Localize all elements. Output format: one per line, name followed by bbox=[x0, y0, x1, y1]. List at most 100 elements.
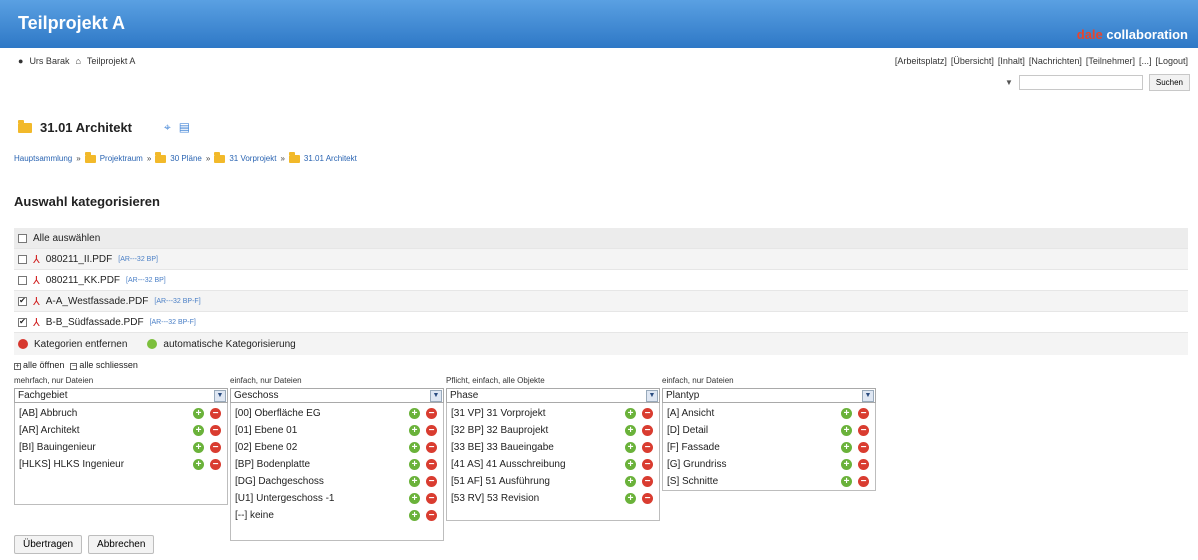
file-row[interactable]: ⅄ 080211_II.PDF [AR---32 BP] bbox=[14, 249, 1188, 270]
category-item[interactable]: [--] keine + − bbox=[231, 507, 443, 524]
remove-icon[interactable]: − bbox=[858, 476, 869, 487]
cancel-button[interactable]: Abbrechen bbox=[88, 535, 155, 554]
remove-icon[interactable]: − bbox=[426, 408, 437, 419]
remove-icon[interactable] bbox=[18, 339, 28, 349]
category-item[interactable]: [AR] Architekt + − bbox=[15, 422, 227, 439]
add-icon[interactable]: + bbox=[625, 493, 636, 504]
category-item[interactable]: [51 AF] 51 Ausführung + − bbox=[447, 473, 659, 490]
close-all-link[interactable]: − alle schliessen bbox=[70, 360, 138, 370]
remove-icon[interactable]: − bbox=[210, 442, 221, 453]
document-icon[interactable]: ▤ bbox=[179, 120, 190, 135]
remove-icon[interactable]: − bbox=[210, 425, 221, 436]
add-icon[interactable]: + bbox=[625, 476, 636, 487]
category-item[interactable]: [S] Schnitte + − bbox=[663, 473, 875, 490]
file-checkbox-checked[interactable]: ✔ bbox=[18, 296, 27, 306]
search-input[interactable] bbox=[1018, 75, 1143, 90]
category-item[interactable]: [F] Fassade + − bbox=[663, 439, 875, 456]
add-icon[interactable]: + bbox=[409, 408, 420, 419]
add-icon[interactable]: + bbox=[841, 459, 852, 470]
category-item[interactable]: [31 VP] 31 Vorprojekt + − bbox=[447, 405, 659, 422]
add-icon[interactable]: + bbox=[409, 442, 420, 453]
remove-icon[interactable]: − bbox=[210, 408, 221, 419]
file-row[interactable]: ✔ ⅄ B-B_Südfassade.PDF [AR---32 BP-F] bbox=[14, 312, 1188, 333]
crumb-hauptsammlung[interactable]: Hauptsammlung bbox=[14, 154, 72, 163]
remove-categories-link[interactable]: Kategorien entfernen bbox=[34, 339, 127, 350]
crumb-vorprojekt[interactable]: 31 Vorprojekt bbox=[229, 154, 276, 163]
remove-icon[interactable]: − bbox=[642, 476, 653, 487]
file-row[interactable]: ⅄ 080211_KK.PDF [AR---32 BP] bbox=[14, 270, 1188, 291]
add-icon[interactable]: + bbox=[841, 425, 852, 436]
crumb-plaene[interactable]: 30 Pläne bbox=[170, 154, 202, 163]
category-item[interactable]: [G] Grundriss + − bbox=[663, 456, 875, 473]
add-icon[interactable]: + bbox=[409, 493, 420, 504]
category-item[interactable]: [41 AS] 41 Ausschreibung + − bbox=[447, 456, 659, 473]
remove-icon[interactable]: − bbox=[642, 408, 653, 419]
file-name[interactable]: 080211_KK.PDF bbox=[46, 275, 120, 286]
category-select[interactable]: Geschoss ▼ bbox=[230, 388, 444, 403]
add-icon[interactable]: + bbox=[193, 459, 204, 470]
nav-nachrichten[interactable]: [Nachrichten] bbox=[1029, 56, 1082, 66]
dropdown-arrow-icon[interactable]: ▼ bbox=[646, 389, 658, 402]
remove-icon[interactable]: − bbox=[858, 459, 869, 470]
category-item[interactable]: [01] Ebene 01 + − bbox=[231, 422, 443, 439]
category-item[interactable]: [U1] Untergeschoss -1 + − bbox=[231, 490, 443, 507]
file-row[interactable]: ✔ ⅄ A-A_Westfassade.PDF [AR---32 BP-F] bbox=[14, 291, 1188, 312]
file-name[interactable]: A-A_Westfassade.PDF bbox=[46, 296, 149, 307]
search-scope-dropdown-icon[interactable]: ▼ bbox=[1005, 78, 1013, 87]
add-icon[interactable]: + bbox=[625, 459, 636, 470]
category-item[interactable]: [D] Detail + − bbox=[663, 422, 875, 439]
add-icon[interactable]: + bbox=[625, 442, 636, 453]
category-item[interactable]: [BI] Bauingenieur + − bbox=[15, 439, 227, 456]
category-item[interactable]: [53 RV] 53 Revision + − bbox=[447, 490, 659, 507]
crumb-architekt[interactable]: 31.01 Architekt bbox=[304, 154, 357, 163]
crumb-projektraum[interactable]: Projektraum bbox=[100, 154, 143, 163]
select-all-checkbox[interactable] bbox=[18, 233, 27, 243]
open-all-link[interactable]: + alle öffnen bbox=[14, 360, 64, 370]
nav-logout[interactable]: [Logout] bbox=[1155, 56, 1188, 66]
dropdown-arrow-icon[interactable]: ▼ bbox=[430, 389, 442, 402]
search-button[interactable]: Suchen bbox=[1148, 74, 1190, 91]
nav-arbeitsplatz[interactable]: [Arbeitsplatz] bbox=[895, 56, 947, 66]
category-item[interactable]: [A] Ansicht + − bbox=[663, 405, 875, 422]
add-icon[interactable]: + bbox=[409, 476, 420, 487]
add-icon[interactable]: + bbox=[409, 459, 420, 470]
remove-icon[interactable]: − bbox=[426, 476, 437, 487]
auto-categorize-icon[interactable] bbox=[147, 339, 158, 349]
remove-icon[interactable]: − bbox=[426, 425, 437, 436]
remove-icon[interactable]: − bbox=[642, 425, 653, 436]
add-icon[interactable]: + bbox=[625, 408, 636, 419]
remove-icon[interactable]: − bbox=[642, 442, 653, 453]
category-item[interactable]: [00] Oberfläche EG + − bbox=[231, 405, 443, 422]
add-icon[interactable]: + bbox=[625, 425, 636, 436]
dropdown-arrow-icon[interactable]: ▼ bbox=[862, 389, 874, 402]
user-name[interactable]: Urs Barak bbox=[29, 56, 69, 66]
nav-teilnehmer[interactable]: [Teilnehmer] bbox=[1086, 56, 1135, 66]
remove-icon[interactable]: − bbox=[426, 442, 437, 453]
remove-icon[interactable]: − bbox=[426, 510, 437, 521]
remove-icon[interactable]: − bbox=[858, 442, 869, 453]
dropdown-arrow-icon[interactable]: ▼ bbox=[214, 389, 226, 402]
category-item[interactable]: [33 BE] 33 Baueingabe + − bbox=[447, 439, 659, 456]
file-name[interactable]: B-B_Südfassade.PDF bbox=[46, 317, 144, 328]
category-item[interactable]: [AB] Abbruch + − bbox=[15, 405, 227, 422]
add-icon[interactable]: + bbox=[193, 408, 204, 419]
category-item[interactable]: [02] Ebene 02 + − bbox=[231, 439, 443, 456]
project-link[interactable]: Teilprojekt A bbox=[87, 56, 136, 66]
nav-more[interactable]: [...] bbox=[1139, 56, 1152, 66]
remove-icon[interactable]: − bbox=[210, 459, 221, 470]
remove-icon[interactable]: − bbox=[858, 408, 869, 419]
tag-icon[interactable]: ⌖ bbox=[164, 120, 171, 135]
add-icon[interactable]: + bbox=[193, 442, 204, 453]
add-icon[interactable]: + bbox=[409, 425, 420, 436]
add-icon[interactable]: + bbox=[841, 408, 852, 419]
submit-button[interactable]: Übertragen bbox=[14, 535, 83, 554]
add-icon[interactable]: + bbox=[409, 510, 420, 521]
remove-icon[interactable]: − bbox=[426, 459, 437, 470]
remove-icon[interactable]: − bbox=[858, 425, 869, 436]
auto-categorize-link[interactable]: automatische Kategorisierung bbox=[163, 339, 295, 350]
nav-inhalt[interactable]: [Inhalt] bbox=[998, 56, 1025, 66]
category-item[interactable]: [BP] Bodenplatte + − bbox=[231, 456, 443, 473]
nav-uebersicht[interactable]: [Übersicht] bbox=[951, 56, 994, 66]
category-item[interactable]: [DG] Dachgeschoss + − bbox=[231, 473, 443, 490]
select-all-row[interactable]: Alle auswählen bbox=[14, 228, 1188, 249]
